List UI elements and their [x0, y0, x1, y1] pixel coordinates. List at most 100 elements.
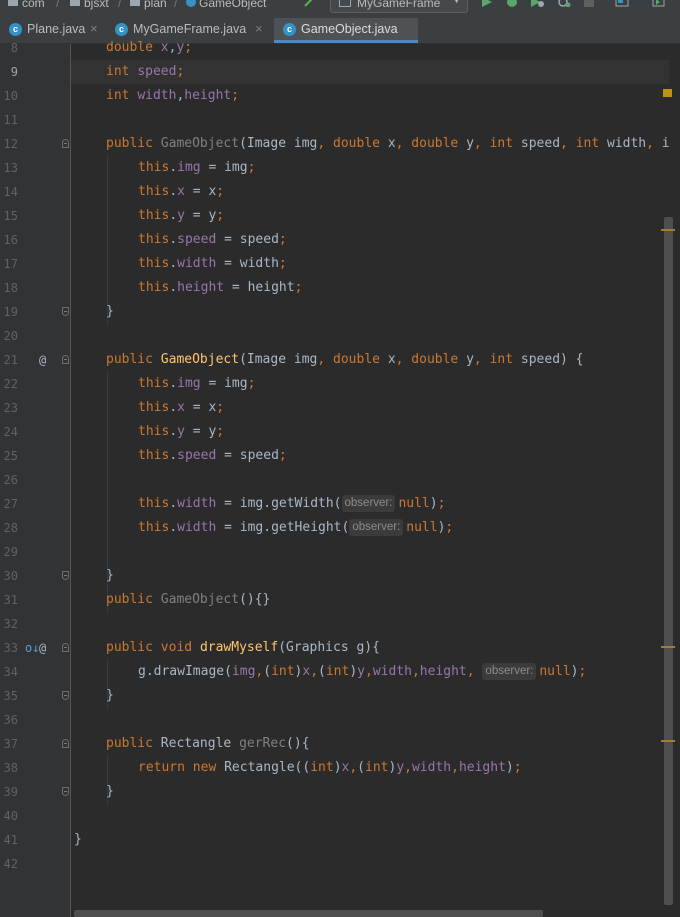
fold-toggle-icon[interactable]: [62, 643, 69, 652]
error-stripe-mark[interactable]: [661, 229, 675, 231]
breadcrumb-item-bjsxt[interactable]: bjsxt: [70, 0, 109, 10]
code-line[interactable]: 33 o↓ @ public void drawMyself(Graphics g){: [0, 636, 680, 660]
code-line[interactable]: 37 public Rectangle gerRec(){: [0, 732, 680, 756]
fold-toggle-icon[interactable]: [62, 739, 69, 748]
code-line[interactable]: 8 double x,y;: [0, 36, 680, 60]
run-icon[interactable]: [481, 0, 493, 7]
hammer-icon[interactable]: [303, 0, 317, 7]
project-structure-icon[interactable]: [615, 0, 629, 7]
code-text: this.img = img;: [138, 156, 255, 180]
code-token: ;: [278, 232, 287, 247]
code-line[interactable]: 25 this.speed = speed;: [0, 444, 680, 468]
code-line[interactable]: 18 this.height = height;: [0, 276, 680, 300]
error-stripe-mark[interactable]: [661, 740, 675, 742]
horizontal-scrollbar[interactable]: [74, 910, 543, 917]
debug-icon[interactable]: [505, 0, 519, 7]
stop-icon[interactable]: [584, 0, 595, 7]
run-config-icon: [339, 0, 351, 7]
fold-toggle-icon[interactable]: [62, 139, 69, 148]
sdk-icon[interactable]: [652, 0, 666, 7]
code-line[interactable]: 34 g.drawImage(img,(int)x,(int)y,width,he…: [0, 660, 680, 684]
overrides-method-icon[interactable]: o↓: [25, 636, 39, 660]
code-line[interactable]: 9 int speed;: [0, 60, 680, 84]
fold-toggle-icon[interactable]: [62, 571, 69, 580]
code-line[interactable]: 12 public GameObject(Image img, double x,…: [0, 132, 680, 156]
code-token: g.drawImage(: [138, 664, 232, 679]
class-icon: [186, 0, 196, 7]
line-number: 21: [3, 353, 18, 367]
code-line[interactable]: 22 this.img = img;: [0, 372, 680, 396]
line-number: 35: [3, 689, 18, 703]
breadcrumb-item-plan[interactable]: plan: [130, 0, 167, 10]
fold-toggle-icon[interactable]: [62, 307, 69, 316]
code-line[interactable]: 32: [0, 612, 680, 636]
code-token: }: [106, 568, 114, 583]
code-text: this.height = height;: [138, 276, 302, 300]
code-line[interactable]: 16 this.speed = speed;: [0, 228, 680, 252]
code-line[interactable]: 36: [0, 708, 680, 732]
code-line[interactable]: 41}: [0, 828, 680, 852]
breadcrumb-item-com[interactable]: com: [8, 0, 45, 10]
code-token: int: [575, 136, 607, 151]
code-line[interactable]: 42: [0, 852, 680, 876]
fold-toggle-icon[interactable]: [62, 691, 69, 700]
code-line[interactable]: 21 @ public GameObject(Image img, double x…: [0, 348, 680, 372]
code-line[interactable]: 28 this.width = img.getHeight(observer: nu…: [0, 516, 680, 540]
code-line[interactable]: 31 public GameObject(){}: [0, 588, 680, 612]
code-token: double: [333, 352, 388, 367]
code-line[interactable]: 17 this.width = width;: [0, 252, 680, 276]
code-token: null: [398, 496, 430, 511]
line-number: 17: [3, 257, 18, 271]
close-tab-icon[interactable]: ×: [255, 21, 263, 36]
code-line[interactable]: 20: [0, 324, 680, 348]
code-token: = img.getHeight(: [216, 520, 350, 535]
code-text: public GameObject(Image img, double x, d…: [106, 132, 670, 156]
code-token: (){: [286, 736, 310, 751]
code-token: Rectangle((: [224, 760, 311, 775]
annotation-marker-icon[interactable]: @: [39, 636, 46, 660]
code-line[interactable]: 39}: [0, 780, 680, 804]
annotation-marker-icon[interactable]: @: [39, 348, 46, 372]
line-number: 41: [3, 833, 18, 847]
code-token: speed) {: [520, 352, 584, 367]
code-token: x: [160, 40, 169, 55]
code-text: public Rectangle gerRec(){: [106, 732, 310, 756]
fold-toggle-icon[interactable]: [62, 787, 69, 796]
code-token: Rectangle: [160, 736, 240, 751]
code-token: ,: [404, 760, 412, 775]
code-line[interactable]: 19}: [0, 300, 680, 324]
code-text: this.x = x;: [138, 396, 224, 420]
vertical-scrollbar[interactable]: [664, 217, 673, 905]
code-token: = img: [200, 376, 248, 391]
code-line[interactable]: 30}: [0, 564, 680, 588]
code-line[interactable]: 13 this.img = img;: [0, 156, 680, 180]
profile-icon[interactable]: [557, 0, 571, 7]
code-token: int: [106, 64, 138, 79]
code-line[interactable]: 15 this.y = y;: [0, 204, 680, 228]
code-line[interactable]: 40: [0, 804, 680, 828]
run-configuration-select[interactable]: MyGameFrame ▼: [330, 0, 468, 13]
breadcrumb-item-class[interactable]: GameObject: [186, 0, 266, 10]
code-token: ,: [317, 352, 334, 367]
code-line[interactable]: 14 this.x = x;: [0, 180, 680, 204]
line-number: 26: [3, 473, 18, 487]
warning-indicator[interactable]: [663, 89, 672, 97]
code-line[interactable]: 35}: [0, 684, 680, 708]
code-line[interactable]: 29: [0, 540, 680, 564]
run-coverage-icon[interactable]: [530, 0, 544, 7]
code-token: x: [387, 352, 396, 367]
code-line[interactable]: 24 this.y = y;: [0, 420, 680, 444]
code-line[interactable]: 10 int width,height;: [0, 84, 680, 108]
navigation-bar: com / bjsxt / plan / GameObject MyGameFr…: [0, 0, 680, 13]
close-tab-icon[interactable]: ×: [90, 21, 98, 36]
code-line[interactable]: 23 this.x = x;: [0, 396, 680, 420]
code-line[interactable]: 27 this.width = img.getWidth(observer: nul…: [0, 492, 680, 516]
code-token: ,: [473, 352, 490, 367]
code-line[interactable]: 26: [0, 468, 680, 492]
code-line[interactable]: 11: [0, 108, 680, 132]
error-stripe-mark[interactable]: [661, 646, 675, 648]
code-line[interactable]: 38 return new Rectangle((int)x,(int)y,wid…: [0, 756, 680, 780]
code-editor[interactable]: 8 double x,y; 9 int speed; 10 int width,heigh…: [0, 40, 680, 917]
fold-toggle-icon[interactable]: [62, 355, 69, 364]
java-class-icon: c: [283, 23, 296, 36]
